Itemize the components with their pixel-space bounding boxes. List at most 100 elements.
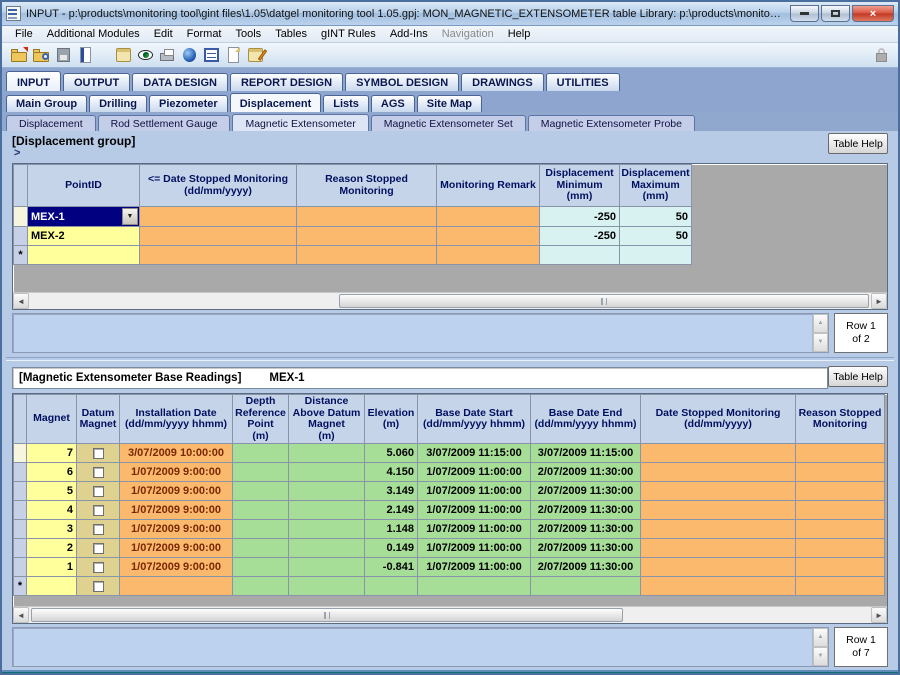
cell-reason-stopped[interactable] — [297, 207, 437, 227]
scroll-right-icon[interactable]: ► — [871, 607, 887, 623]
cell-disp-min[interactable]: -250 — [540, 207, 620, 227]
maximize-button[interactable] — [821, 5, 850, 22]
datum-magnet-checkbox[interactable] — [93, 448, 104, 459]
cell-magnet[interactable]: 3 — [27, 520, 77, 539]
cell-elevation[interactable]: 0.149 — [365, 539, 418, 558]
menu-edit[interactable]: Edit — [147, 27, 180, 41]
cell-installation-date[interactable] — [120, 577, 233, 596]
cell-distance-above[interactable] — [289, 444, 365, 463]
col-distance-above-datum[interactable]: Distance Above Datum Magnet (m) — [289, 395, 365, 444]
cell-depth-reference[interactable] — [233, 501, 289, 520]
cell-date-stopped[interactable] — [140, 227, 297, 246]
col-depth-reference-point[interactable]: Depth Reference Point (m) — [233, 395, 289, 444]
tab-ags[interactable]: AGS — [371, 95, 415, 112]
cell-depth-reference[interactable] — [233, 539, 289, 558]
cell-reason-stopped[interactable] — [796, 577, 885, 596]
tab-piezometer[interactable]: Piezometer — [149, 95, 228, 112]
table2-memo-box[interactable]: ▲ ▼ — [12, 627, 829, 667]
cell-installation-date[interactable]: 1/07/2009 9:00:00 — [120, 520, 233, 539]
cell-disp-max[interactable]: 50 — [620, 227, 692, 246]
cell-installation-date[interactable]: 1/07/2009 9:00:00 — [120, 482, 233, 501]
cell-depth-reference[interactable] — [233, 463, 289, 482]
google-earth-button[interactable] — [178, 45, 200, 66]
edit-script-button[interactable] — [244, 45, 266, 66]
tab-magnetic-extensometer-probe[interactable]: Magnetic Extensometer Probe — [528, 115, 695, 131]
cell-base-date-end[interactable]: 2/07/2009 11:30:00 — [531, 463, 641, 482]
pointid-dropdown-button[interactable]: ▼ — [122, 208, 138, 225]
report-button[interactable] — [74, 45, 96, 66]
title-bar[interactable]: INPUT - p:\products\monitoring tool\gint… — [2, 2, 898, 26]
cell-disp-min[interactable] — [540, 246, 620, 265]
datum-magnet-checkbox[interactable] — [93, 524, 104, 535]
cell-date-stopped[interactable] — [641, 577, 796, 596]
tab-lists[interactable]: Lists — [323, 95, 369, 112]
cell-base-date-start[interactable]: 1/07/2009 11:00:00 — [418, 501, 531, 520]
spin-down-icon[interactable]: ▼ — [813, 647, 828, 666]
cell-date-stopped[interactable] — [641, 558, 796, 577]
cell-magnet[interactable]: 7 — [27, 444, 77, 463]
cell-base-date-end[interactable]: 2/07/2009 11:30:00 — [531, 501, 641, 520]
tab-drawings[interactable]: DRAWINGS — [461, 73, 544, 91]
cell-disp-min[interactable]: -250 — [540, 227, 620, 246]
row-selector[interactable] — [14, 520, 27, 539]
col-datum-magnet[interactable]: Datum Magnet — [77, 395, 120, 444]
cell-magnet[interactable]: 1 — [27, 558, 77, 577]
cell-base-date-start[interactable]: 1/07/2009 11:00:00 — [418, 520, 531, 539]
cell-distance-above[interactable] — [289, 539, 365, 558]
menu-format[interactable]: Format — [180, 27, 229, 41]
col-disp-max[interactable]: Displacement Maximum (mm) — [620, 165, 692, 207]
cell-magnet[interactable] — [27, 577, 77, 596]
script-button[interactable] — [112, 45, 134, 66]
cell-date-stopped[interactable] — [140, 246, 297, 265]
menu-help[interactable]: Help — [501, 27, 538, 41]
new-row-selector[interactable]: * — [14, 577, 27, 596]
table-help-button-1[interactable]: Table Help — [828, 133, 888, 154]
menu-file[interactable]: File — [8, 27, 40, 41]
scroll-thumb[interactable] — [31, 608, 623, 622]
col-date-stopped[interactable]: Date Stopped Monitoring (dd/mm/yyyy) — [641, 395, 796, 444]
cell-monitoring-remark[interactable] — [437, 227, 540, 246]
table-help-button-2[interactable]: Table Help — [828, 366, 888, 387]
cell-datum-magnet[interactable] — [77, 539, 120, 558]
row-selector[interactable] — [14, 207, 28, 227]
cell-monitoring-remark[interactable] — [437, 246, 540, 265]
cell-reason-stopped[interactable] — [796, 558, 885, 577]
cell-base-date-end[interactable] — [531, 577, 641, 596]
cell-distance-above[interactable] — [289, 463, 365, 482]
expander-chevron-icon[interactable]: > — [12, 148, 898, 158]
cell-date-stopped[interactable] — [641, 463, 796, 482]
menu-tools[interactable]: Tools — [229, 27, 269, 41]
cell-distance-above[interactable] — [289, 558, 365, 577]
cell-date-stopped[interactable] — [641, 444, 796, 463]
cell-elevation[interactable]: 1.148 — [365, 520, 418, 539]
cell-reason-stopped[interactable] — [796, 482, 885, 501]
cell-base-date-start[interactable]: 1/07/2009 11:00:00 — [418, 482, 531, 501]
table1-memo-box[interactable]: ▲ ▼ — [12, 313, 829, 353]
cell-date-stopped[interactable] — [641, 501, 796, 520]
cell-base-date-end[interactable]: 2/07/2009 11:30:00 — [531, 482, 641, 501]
cell-pointid[interactable]: MEX-2 — [28, 227, 140, 246]
col-base-date-start[interactable]: Base Date Start (dd/mm/yyyy hhmm) — [418, 395, 531, 444]
cell-installation-date[interactable]: 3/07/2009 10:00:00 — [120, 444, 233, 463]
minimize-button[interactable] — [790, 5, 819, 22]
scroll-right-icon[interactable]: ► — [871, 293, 887, 309]
cell-elevation[interactable]: 4.150 — [365, 463, 418, 482]
cell-installation-date[interactable]: 1/07/2009 9:00:00 — [120, 558, 233, 577]
tab-report-design[interactable]: REPORT DESIGN — [230, 73, 343, 91]
cell-depth-reference[interactable] — [233, 558, 289, 577]
datum-magnet-checkbox[interactable] — [93, 543, 104, 554]
tab-utilities[interactable]: UTILITIES — [546, 73, 620, 91]
print-preview-button[interactable] — [134, 45, 156, 66]
close-button[interactable]: × — [852, 5, 894, 22]
col-monitoring-remark[interactable]: Monitoring Remark — [437, 165, 540, 207]
new-document-button[interactable] — [222, 45, 244, 66]
tab-output[interactable]: OUTPUT — [63, 73, 130, 91]
cell-datum-magnet[interactable] — [77, 558, 120, 577]
cell-depth-reference[interactable] — [233, 520, 289, 539]
cell-reason-stopped[interactable] — [796, 463, 885, 482]
cell-magnet[interactable]: 2 — [27, 539, 77, 558]
cell-magnet[interactable]: 4 — [27, 501, 77, 520]
cell-base-date-start[interactable]: 1/07/2009 11:00:00 — [418, 463, 531, 482]
new-row-selector[interactable]: * — [14, 246, 28, 265]
row-selector[interactable] — [14, 482, 27, 501]
